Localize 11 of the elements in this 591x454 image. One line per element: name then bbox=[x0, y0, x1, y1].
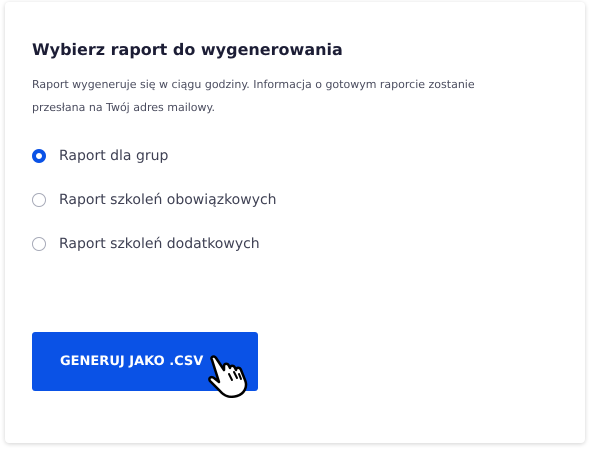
option-label: Raport szkoleń dodatkowych bbox=[59, 236, 260, 252]
radio-option[interactable]: Raport szkoleń obowiązkowych bbox=[32, 187, 277, 213]
radio-button[interactable] bbox=[32, 149, 46, 163]
radio-button[interactable] bbox=[32, 237, 46, 251]
option-label: Raport szkoleń obowiązkowych bbox=[59, 192, 277, 208]
option-label: Raport dla grup bbox=[59, 148, 168, 164]
radio-option[interactable]: Raport dla grup bbox=[32, 143, 168, 169]
card-title: Wybierz raport do wygenerowania bbox=[32, 40, 344, 59]
radio-button[interactable] bbox=[32, 193, 46, 207]
radio-option[interactable]: Raport szkoleń dodatkowych bbox=[32, 231, 260, 257]
description-text: Raport wygeneruje się w ciągu godziny. Informacja o gotowym raporcie zostanie przesłana na Twój adres mailowy. bbox=[32, 77, 476, 116]
